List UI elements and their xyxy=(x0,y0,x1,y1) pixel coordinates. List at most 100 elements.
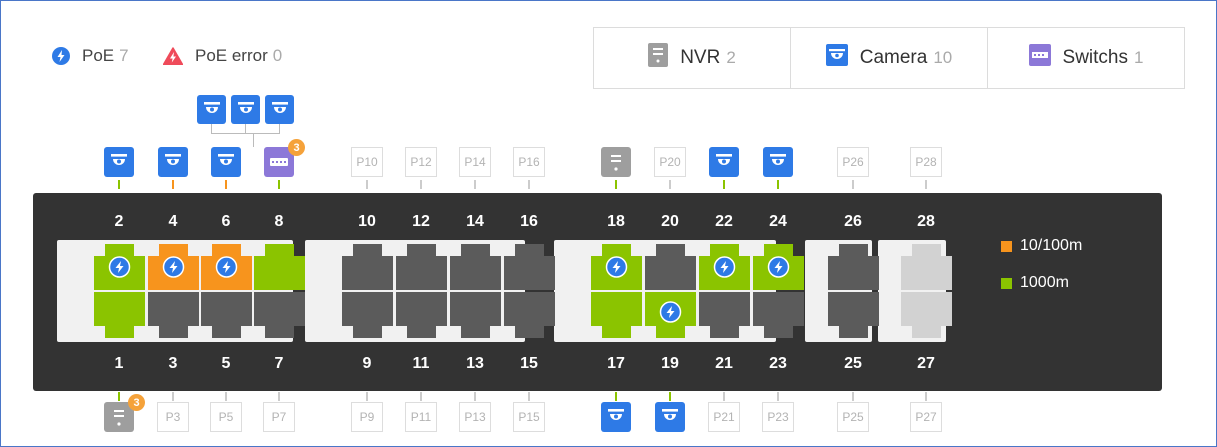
port-number: 25 xyxy=(844,355,862,372)
nvr-icon[interactable] xyxy=(601,147,631,177)
link-tick xyxy=(225,392,227,401)
port-number: 1 xyxy=(114,355,124,372)
port-number: 10 xyxy=(358,213,376,230)
port-26[interactable] xyxy=(828,244,879,290)
link-tick xyxy=(852,180,854,189)
port-number: 22 xyxy=(715,213,733,230)
port-number: 27 xyxy=(917,355,935,372)
port-number: 15 xyxy=(520,355,538,372)
port-3[interactable] xyxy=(148,292,199,338)
port-number: 8 xyxy=(274,213,284,230)
link-tick xyxy=(366,180,368,189)
port-20[interactable] xyxy=(645,244,696,290)
camera-icon xyxy=(825,44,848,72)
tab-switchs-label: Switchs xyxy=(1062,47,1128,68)
port-placeholder: P10 xyxy=(351,147,383,177)
port-number: 14 xyxy=(466,213,484,230)
tab-nvr[interactable]: NVR 2 xyxy=(594,28,791,88)
port-14[interactable] xyxy=(450,244,501,290)
link-tick xyxy=(615,392,617,401)
tab-camera-label: Camera xyxy=(859,47,928,68)
port-10[interactable] xyxy=(342,244,393,290)
port-2[interactable] xyxy=(94,244,145,290)
port-number: 19 xyxy=(661,355,679,372)
legend-swatch-green xyxy=(1001,277,1012,289)
camera-icon[interactable] xyxy=(231,95,260,124)
legend-item-10-100m: 10/100m xyxy=(1001,237,1082,255)
poe-icon xyxy=(645,292,696,338)
port-placeholder: P7 xyxy=(263,402,295,432)
tab-camera-count: 10 xyxy=(933,48,953,67)
port-6[interactable] xyxy=(201,244,252,290)
tab-camera[interactable]: Camera 10 xyxy=(791,28,988,88)
link-tick xyxy=(118,180,120,189)
cascade-stem xyxy=(253,133,254,147)
port-25[interactable] xyxy=(828,292,879,338)
port-28[interactable] xyxy=(901,244,952,290)
legend-item-1000m: 1000m xyxy=(1001,274,1069,292)
port-15[interactable] xyxy=(504,292,555,338)
port-4[interactable] xyxy=(148,244,199,290)
port-19[interactable] xyxy=(645,292,696,338)
port-7[interactable] xyxy=(254,292,305,338)
camera-icon[interactable] xyxy=(104,147,134,177)
port-placeholder: P16 xyxy=(513,147,545,177)
port-number: 12 xyxy=(412,213,430,230)
port-placeholder: P13 xyxy=(459,402,491,432)
port-1[interactable] xyxy=(94,292,145,338)
port-number: 24 xyxy=(769,213,787,230)
poe-error-label: PoE error xyxy=(195,46,268,65)
lightning-triangle-icon xyxy=(163,47,183,65)
device-count-badge: 3 xyxy=(128,394,145,411)
port-number: 4 xyxy=(168,213,178,230)
camera-icon[interactable] xyxy=(763,147,793,177)
port-8[interactable] xyxy=(254,244,305,290)
port-13[interactable] xyxy=(450,292,501,338)
port-placeholder: P27 xyxy=(910,402,942,432)
port-17[interactable] xyxy=(591,292,642,338)
port-12[interactable] xyxy=(396,244,447,290)
port-5[interactable] xyxy=(201,292,252,338)
port-11[interactable] xyxy=(396,292,447,338)
port-number: 21 xyxy=(715,355,733,372)
link-tick xyxy=(528,392,530,401)
link-tick xyxy=(615,180,617,189)
camera-icon[interactable] xyxy=(265,95,294,124)
port-placeholder: P21 xyxy=(708,402,740,432)
port-placeholder: P12 xyxy=(405,147,437,177)
camera-icon[interactable] xyxy=(197,95,226,124)
link-tick xyxy=(669,392,671,401)
camera-icon[interactable] xyxy=(158,147,188,177)
switch-panel: 10/100m 1000m 2 4 6 8 10 12 14 16 18 20 22 24 26 28 1 3… xyxy=(33,193,1162,391)
camera-icon[interactable] xyxy=(709,147,739,177)
port-placeholder: P3 xyxy=(157,402,189,432)
camera-icon[interactable] xyxy=(655,402,685,432)
port-18[interactable] xyxy=(591,244,642,290)
port-number: 2 xyxy=(114,213,124,230)
poe-error-count: 0 xyxy=(272,46,283,65)
link-tick xyxy=(225,180,227,189)
port-9[interactable] xyxy=(342,292,393,338)
link-tick xyxy=(172,392,174,401)
tab-switchs[interactable]: Switchs 1 xyxy=(988,28,1184,88)
port-27[interactable] xyxy=(901,292,952,338)
link-tick xyxy=(723,392,725,401)
port-number: 28 xyxy=(917,213,935,230)
port-21[interactable] xyxy=(699,292,750,338)
port-22[interactable] xyxy=(699,244,750,290)
port-number: 11 xyxy=(412,355,430,372)
camera-icon[interactable] xyxy=(601,402,631,432)
port-24[interactable] xyxy=(753,244,804,290)
port-number: 3 xyxy=(168,355,178,372)
poe-count: 7 xyxy=(119,46,129,65)
port-16[interactable] xyxy=(504,244,555,290)
poe-status: PoE 7 xyxy=(52,46,129,66)
port-number: 7 xyxy=(274,355,284,372)
legend-swatch-orange xyxy=(1001,240,1012,252)
port-23[interactable] xyxy=(753,292,804,338)
link-tick xyxy=(723,180,725,189)
port-placeholder: P11 xyxy=(405,402,437,432)
lightning-circle-icon xyxy=(52,47,70,65)
camera-icon[interactable] xyxy=(211,147,241,177)
port-number: 18 xyxy=(607,213,625,230)
